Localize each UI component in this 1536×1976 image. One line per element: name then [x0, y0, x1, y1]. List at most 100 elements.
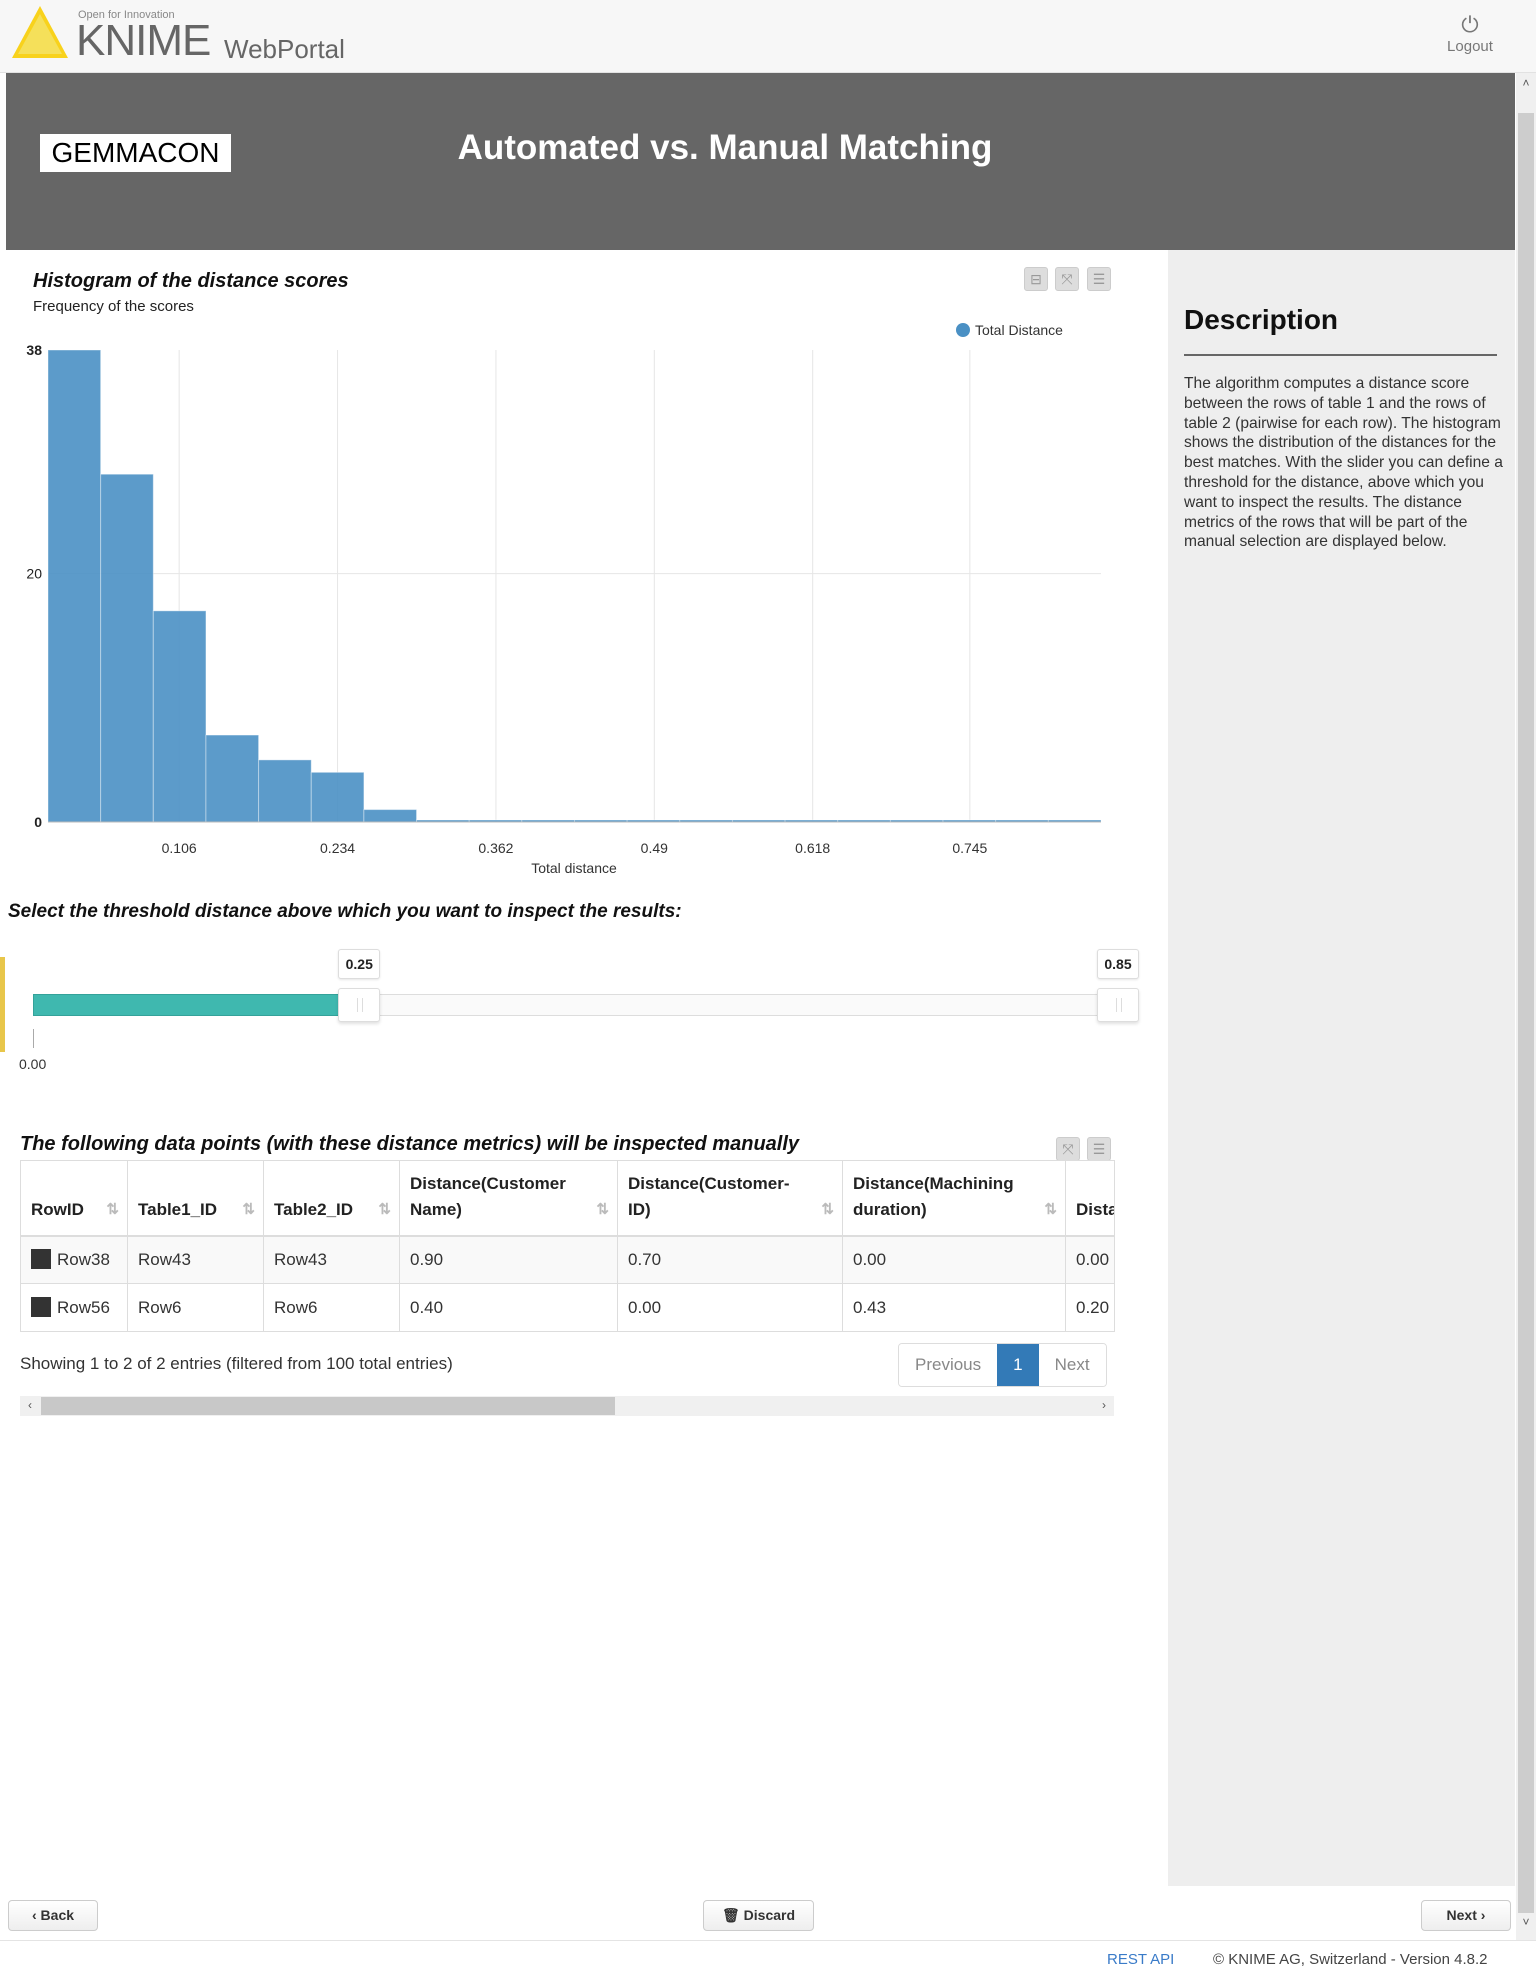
- column-header[interactable]: Table1_ID ⇅: [127, 1160, 264, 1237]
- next-label: Next: [1446, 1907, 1477, 1923]
- table-header-row: RowID ⇅ Table1_ID ⇅ Table2_ID ⇅ Distance(Custo…: [20, 1160, 1115, 1237]
- y-tick-label: 20: [26, 566, 42, 582]
- table-cell: 0.20: [1065, 1283, 1115, 1332]
- column-header[interactable]: Distance(Machining duration) ⇅: [842, 1160, 1066, 1237]
- copyright: © KNIME AG, Switzerland - Version 4.8.2: [1213, 1951, 1488, 1968]
- x-tick-label: 0.618: [795, 840, 830, 856]
- slider-high-handle[interactable]: [1097, 988, 1139, 1022]
- table-row[interactable]: Row38 Row43 Row43 0.90 0.70 0.00 0.00: [20, 1235, 1115, 1284]
- cell-value: Row43: [138, 1249, 191, 1269]
- chevron-left-icon: ‹: [31, 1907, 41, 1923]
- fullscreen-button[interactable]: ⤧: [1055, 267, 1079, 291]
- histogram-bar: [47, 349, 102, 823]
- table-cell: Row56: [20, 1283, 128, 1332]
- scroll-right-icon[interactable]: ›: [1094, 1398, 1114, 1412]
- column-header[interactable]: Distance(Date: [1065, 1160, 1115, 1237]
- column-header[interactable]: RowID ⇅: [20, 1160, 128, 1237]
- table-cell: Row43: [263, 1235, 400, 1284]
- slider-high-value: 0.85: [1097, 949, 1139, 979]
- cell-value: Row6: [138, 1297, 182, 1317]
- slider-fill: [33, 994, 347, 1016]
- scroll-up-icon[interactable]: ˄: [1516, 76, 1536, 90]
- table-cell: 0.00: [1065, 1235, 1115, 1284]
- table-cell: 0.00: [617, 1283, 843, 1332]
- pagination: Previous 1 Next: [898, 1343, 1107, 1387]
- scroll-down-icon[interactable]: ˅: [1516, 1915, 1536, 1929]
- menu-button[interactable]: ☰: [1087, 1137, 1111, 1161]
- cell-value: 0.20: [1076, 1297, 1110, 1317]
- fullscreen-button[interactable]: ⤧: [1056, 1137, 1080, 1161]
- power-icon: ⏻: [1461, 12, 1479, 37]
- table-cell: Row6: [263, 1283, 400, 1332]
- table-row[interactable]: Row56 Row6 Row6 0.40 0.00 0.43 0.20: [20, 1283, 1115, 1332]
- scroll-left-icon[interactable]: ‹: [20, 1398, 40, 1412]
- row-color-swatch: [31, 1297, 51, 1317]
- legend-marker: [956, 323, 970, 337]
- discard-button[interactable]: 🗑 Discard: [703, 1900, 814, 1931]
- sort-icon[interactable]: ⇅: [378, 1197, 391, 1223]
- column-header-label: Distance(Machining duration): [853, 1173, 1014, 1219]
- table-cell: 0.43: [842, 1283, 1066, 1332]
- knime-logo-icon: [12, 6, 68, 58]
- zoom-reset-button[interactable]: ⊟: [1024, 267, 1048, 291]
- column-header[interactable]: Table2_ID ⇅: [263, 1160, 400, 1237]
- description-heading: Description: [1184, 304, 1339, 335]
- histogram-chart: 0.106 0.234 0.362 0.49 0.618 0.745 0 20 38 Total …: [26, 322, 1102, 876]
- cell-value: 0.00: [1076, 1249, 1110, 1269]
- page-title: Automated vs. Manual Matching: [457, 128, 993, 167]
- x-axis-title: Total distance: [531, 860, 617, 876]
- cell-value: Row43: [274, 1249, 327, 1269]
- y-tick-label: 38: [26, 342, 42, 358]
- page-1-button[interactable]: 1: [997, 1344, 1039, 1386]
- chart-title: Histogram of the distance scores: [33, 270, 349, 292]
- logo-product: WebPortal: [224, 34, 345, 64]
- row-color-swatch: [31, 1249, 51, 1270]
- sort-icon[interactable]: ⇅: [242, 1197, 255, 1223]
- table-cell: 0.70: [617, 1235, 843, 1284]
- slider-min-label: 0.00: [19, 1056, 47, 1072]
- column-header-label: Distance(Customer Name): [410, 1173, 566, 1219]
- back-button[interactable]: ‹ Back: [8, 1900, 98, 1931]
- table-cell: 0.00: [842, 1235, 1066, 1284]
- x-tick-label: 0.234: [320, 840, 355, 856]
- slider-low-handle[interactable]: [338, 988, 381, 1022]
- column-header[interactable]: Distance(Customer Name) ⇅: [399, 1160, 618, 1237]
- sort-icon[interactable]: ⇅: [1044, 1197, 1057, 1223]
- rest-api-link[interactable]: REST API: [1107, 1951, 1174, 1968]
- table-cell: 0.90: [399, 1235, 618, 1284]
- cell-value: 0.00: [628, 1297, 662, 1317]
- left-marker: [0, 957, 5, 1052]
- histogram-bar: [258, 759, 312, 823]
- horizontal-scrollbar-thumb[interactable]: [41, 1397, 615, 1415]
- logout-label: Logout: [1447, 38, 1493, 55]
- column-header-label: Distance(Date: [1076, 1199, 1114, 1219]
- table-cell: Row38: [20, 1235, 128, 1284]
- previous-page-button[interactable]: Previous: [899, 1344, 998, 1386]
- sort-icon[interactable]: ⇅: [596, 1197, 609, 1223]
- data-table: RowID ⇅ Table1_ID ⇅ Table2_ID ⇅ Distance(Custo…: [20, 1160, 1115, 1332]
- column-header-label: Table2_ID: [274, 1199, 354, 1219]
- vertical-scrollbar-thumb[interactable]: [1518, 113, 1534, 1913]
- top-bar: Open for Innovation KNIME WebPortal ⏻ Lo…: [0, 0, 1536, 73]
- menu-button[interactable]: ☰: [1087, 267, 1111, 291]
- cell-value: Row56: [57, 1298, 110, 1317]
- discard-label: Discard: [743, 1907, 796, 1923]
- next-button[interactable]: Next ›: [1421, 1900, 1511, 1931]
- logout-button[interactable]: ⏻ Logout: [1440, 12, 1500, 55]
- chevron-right-icon: ›: [1476, 1907, 1486, 1923]
- column-header-label: Distance(Customer-ID): [628, 1173, 790, 1219]
- column-header-label: RowID: [31, 1199, 84, 1219]
- cell-value: 0.43: [853, 1297, 887, 1317]
- slider-question: Select the threshold distance above whic…: [8, 901, 682, 922]
- next-page-button[interactable]: Next: [1038, 1344, 1106, 1386]
- x-tick-label: 0.106: [162, 840, 197, 856]
- cell-value: 0.70: [628, 1249, 662, 1269]
- slider-low-value: 0.25: [338, 949, 381, 979]
- histogram-bar: [205, 734, 260, 823]
- sort-icon[interactable]: ⇅: [106, 1197, 119, 1223]
- column-header[interactable]: Distance(Customer-ID) ⇅: [617, 1160, 843, 1237]
- cell-value: 0.00: [853, 1249, 887, 1269]
- sort-icon[interactable]: ⇅: [821, 1197, 834, 1223]
- trash-icon: 🗑: [721, 1907, 744, 1923]
- logo-name: KNIME: [76, 16, 211, 65]
